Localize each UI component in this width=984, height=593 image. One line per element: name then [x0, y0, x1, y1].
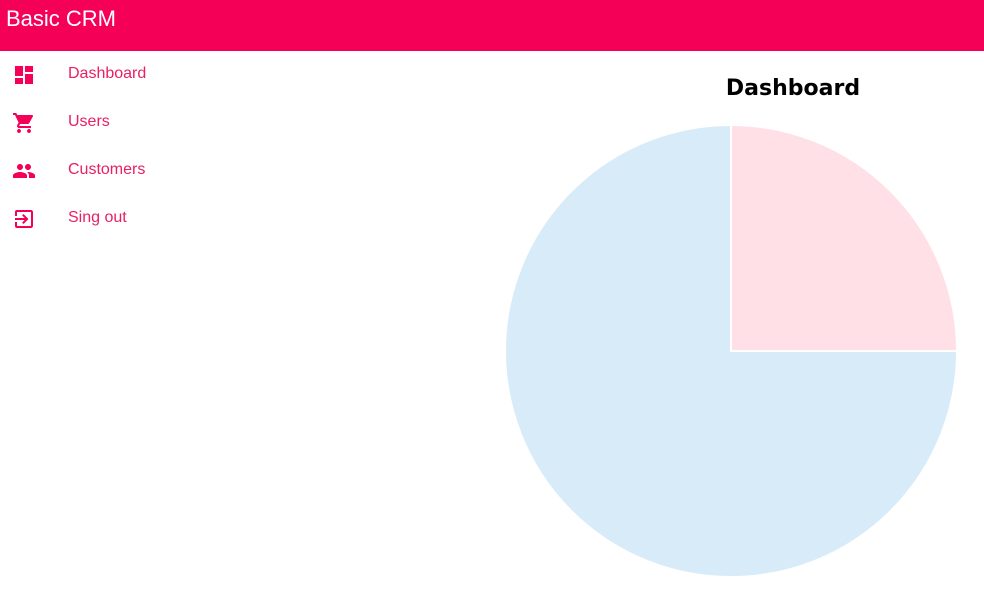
pie-chart: [504, 123, 959, 578]
shopping-cart-icon: [12, 111, 36, 135]
sidebar-item-label: Users: [68, 113, 110, 130]
chart-title: Dashboard: [725, 76, 861, 101]
app-bar: Basic CRM: [0, 0, 984, 51]
sidebar-item-sign-out[interactable]: Sing out: [0, 195, 240, 243]
dashboard-icon: [12, 63, 36, 87]
sidebar-item-label: Sing out: [68, 209, 127, 226]
sidebar: Dashboard Users Customers Sing out: [0, 51, 240, 243]
sidebar-item-dashboard[interactable]: Dashboard: [0, 51, 240, 99]
exit-icon: [12, 207, 36, 231]
sidebar-item-label: Customers: [68, 161, 146, 178]
app-title: Basic CRM: [6, 6, 117, 31]
pie-slice-0[interactable]: [730, 123, 959, 352]
sidebar-item-customers[interactable]: Customers: [0, 147, 240, 195]
sidebar-item-users[interactable]: Users: [0, 99, 240, 147]
sidebar-item-label: Dashboard: [68, 65, 147, 82]
people-icon: [12, 159, 36, 183]
